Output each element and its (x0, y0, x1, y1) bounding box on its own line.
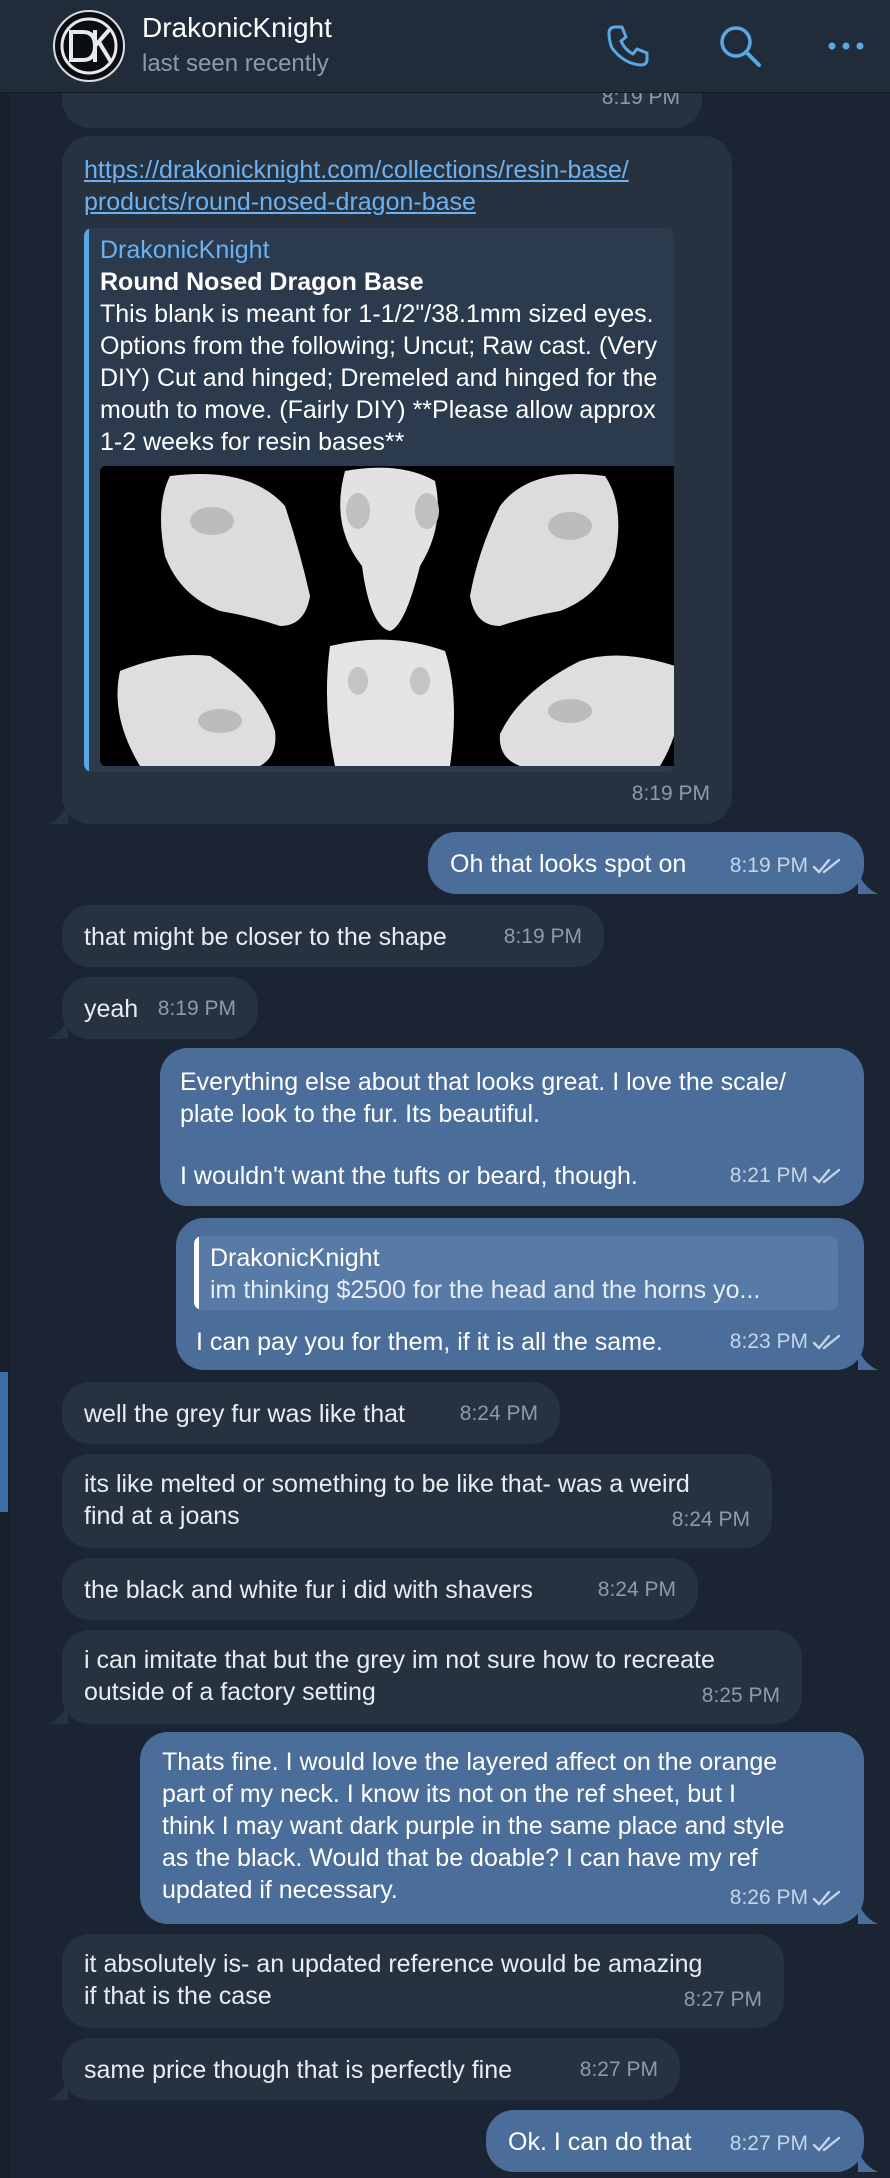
dk-logo-icon (60, 17, 118, 75)
message-bubble-incoming[interactable]: same price though that is perfectly fine… (48, 2038, 680, 2100)
message-text-line: plate look to the fur. Its beautiful. (180, 1100, 540, 1128)
bubble-tail (858, 1348, 878, 1370)
message-text-line: if that is the case (84, 1982, 272, 2010)
reply-snippet: im thinking $2500 for the head and the h… (210, 1276, 761, 1304)
message-time: 8:27 PM (730, 2128, 842, 2160)
message-text-line: its like melted or something to be like … (84, 1470, 690, 1498)
preview-title: Round Nosed Dragon Base (100, 268, 424, 296)
preview-accent-bar (84, 228, 89, 772)
message-bubble-incoming[interactable]: yeah 8:19 PM (48, 977, 258, 1039)
bubble-tail (48, 2078, 68, 2100)
message-bubble-outgoing[interactable]: DrakonicKnight im thinking $2500 for the… (176, 1218, 878, 1370)
message-time: 8:19 PM (730, 850, 842, 882)
message-time: 8:27 PM (683, 1988, 762, 2011)
message-bubble-incoming[interactable]: that might be closer to the shape 8:19 P… (62, 905, 604, 967)
message-time: 8:23 PM (730, 1326, 842, 1358)
bubble-tail (858, 1902, 878, 1924)
message-text: Ok. I can do that (508, 2128, 692, 2156)
message-text-line: Everything else about that looks great. … (180, 1068, 786, 1096)
read-ticks-icon (812, 2137, 841, 2153)
read-ticks-icon (812, 1891, 841, 1907)
message-bubble-outgoing[interactable]: Thats fine. I would love the layered aff… (140, 1732, 878, 1924)
message-bubble-outgoing[interactable]: Everything else about that looks great. … (160, 1048, 864, 1206)
message-bubble-outgoing[interactable]: Ok. I can do that 8:27 PM (486, 2110, 878, 2172)
message-time: 8:19 PM (503, 925, 582, 948)
message-text-line: I wouldn't want the tufts or beard, thou… (180, 1162, 638, 1190)
contact-status: last seen recently (142, 50, 329, 77)
message-text-line: it absolutely is- an updated reference w… (84, 1950, 703, 1978)
message-text: same price though that is perfectly fine (84, 2056, 513, 2084)
phone-icon (607, 25, 649, 67)
message-time: 8:27 PM (579, 2058, 658, 2081)
reply-accent-bar (194, 1236, 199, 1310)
message-text: the black and white fur i did with shave… (84, 1576, 533, 1604)
call-button[interactable] (600, 18, 656, 74)
bubble-tail (48, 1702, 68, 1724)
message-bubble-outgoing[interactable]: Oh that looks spot on 8:19 PM (428, 832, 878, 894)
more-icon (828, 42, 864, 50)
message-text: yeah (84, 995, 139, 1023)
message-text-line: as the black. Would that be doable? I ca… (162, 1844, 758, 1872)
preview-image[interactable] (100, 466, 674, 766)
message-time: 8:24 PM (671, 1508, 750, 1531)
avatar[interactable] (53, 10, 125, 82)
message-bubble-incoming[interactable]: it absolutely is- an updated reference w… (62, 1934, 784, 2028)
search-icon (720, 26, 761, 67)
message-time: 8:24 PM (459, 1402, 538, 1425)
message-text: Oh that looks spot on (450, 850, 687, 878)
message-link[interactable]: products/round-nosed-dragon-base (84, 186, 629, 218)
chat-list-edge (0, 0, 10, 2178)
chat-header: DrakonicKnight last seen recently (0, 0, 890, 93)
message-text-line: Thats fine. I would love the layered aff… (162, 1748, 778, 1776)
preview-description: This blank is meant for 1-1/2"/38.1mm si… (100, 300, 658, 456)
message-link[interactable]: https://drakonicknight.com/collections/r… (84, 154, 629, 186)
read-ticks-icon (812, 859, 841, 875)
message-text-line: outside of a factory setting (84, 1678, 376, 1706)
read-ticks-icon (812, 1335, 841, 1351)
message-text: I can pay you for them, if it is all the… (196, 1328, 663, 1356)
selected-chat-indicator (0, 1372, 8, 1512)
message-bubble-incoming[interactable]: its like melted or something to be like … (62, 1454, 772, 1548)
message-text-line: part of my neck. I know its not on the r… (162, 1780, 736, 1808)
search-button[interactable] (712, 18, 768, 74)
message-bubble-incoming[interactable]: i can imitate that but the grey im not s… (48, 1630, 802, 1724)
message-text-line: i can imitate that but the grey im not s… (84, 1646, 715, 1674)
message-time: 8:19 PM (157, 997, 236, 1020)
read-ticks-icon (812, 1169, 841, 1185)
message-text-line: updated if necessary. (162, 1876, 398, 1904)
link-preview[interactable]: DrakonicKnight Round Nosed Dragon Base T… (84, 228, 674, 772)
message-text: well the grey fur was like that (84, 1400, 405, 1428)
bubble-tail (858, 872, 878, 894)
message-time: 8:21 PM (730, 1160, 842, 1192)
reply-author: DrakonicKnight (210, 1244, 380, 1272)
dragon-base-image (100, 466, 674, 766)
message-bubble-incoming[interactable]: the black and white fur i did with shave… (62, 1558, 698, 1620)
bubble-tail (48, 1017, 68, 1039)
message-bubble-incoming[interactable]: https://drakonicknight.com/collections/r… (48, 136, 732, 824)
message-text-line: find at a joans (84, 1502, 240, 1530)
reply-quote[interactable]: DrakonicKnight im thinking $2500 for the… (194, 1236, 838, 1310)
message-time: 8:26 PM (730, 1882, 842, 1914)
contact-name[interactable]: DrakonicKnight (142, 12, 332, 44)
more-button[interactable] (818, 18, 874, 74)
message-text-line: think I may want dark purple in the same… (162, 1812, 785, 1840)
bubble-tail (48, 802, 68, 824)
message-time: 8:24 PM (597, 1578, 676, 1601)
preview-site-name: DrakonicKnight (100, 236, 270, 264)
message-bubble-incoming[interactable]: well the grey fur was like that 8:24 PM (62, 1382, 560, 1444)
bubble-tail (858, 2150, 878, 2172)
message-time: 8:25 PM (701, 1684, 780, 1707)
message-text: that might be closer to the shape (84, 923, 447, 951)
message-time: 8:19 PM (631, 782, 710, 805)
